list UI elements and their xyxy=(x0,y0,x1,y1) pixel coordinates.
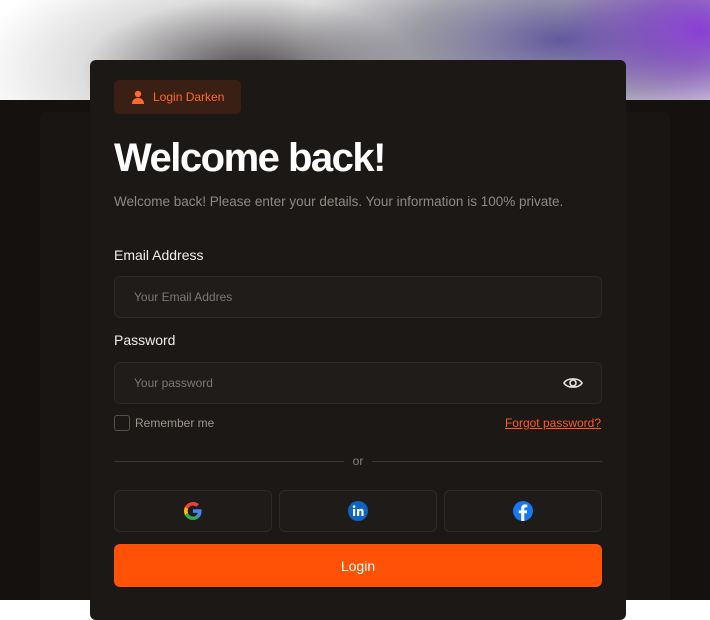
eye-icon[interactable] xyxy=(562,372,584,394)
forgot-password-link[interactable]: Forgot password? xyxy=(505,416,601,430)
linkedin-icon xyxy=(348,501,368,521)
email-field[interactable] xyxy=(114,276,602,318)
facebook-icon xyxy=(513,501,533,521)
remember-label: Remember me xyxy=(135,416,215,430)
divider-text: or xyxy=(352,454,364,468)
page-subtitle: Welcome back! Please enter your details.… xyxy=(114,194,564,209)
password-field[interactable] xyxy=(114,362,602,404)
email-label: Email Address xyxy=(114,247,204,263)
page-title: Welcome back! xyxy=(114,136,387,180)
google-login-button[interactable] xyxy=(114,490,272,532)
password-label: Password xyxy=(114,332,176,348)
login-badge: Login Darken xyxy=(114,80,241,114)
google-icon xyxy=(184,502,202,520)
divider-right xyxy=(372,461,602,462)
remember-me[interactable]: Remember me xyxy=(114,415,214,431)
facebook-login-button[interactable] xyxy=(444,490,602,532)
login-button[interactable]: Login xyxy=(114,544,602,587)
remember-checkbox[interactable] xyxy=(114,415,130,431)
linkedin-login-button[interactable] xyxy=(279,490,437,532)
badge-label: Login Darken xyxy=(153,90,225,104)
user-icon xyxy=(132,90,144,104)
divider-left xyxy=(114,461,344,462)
